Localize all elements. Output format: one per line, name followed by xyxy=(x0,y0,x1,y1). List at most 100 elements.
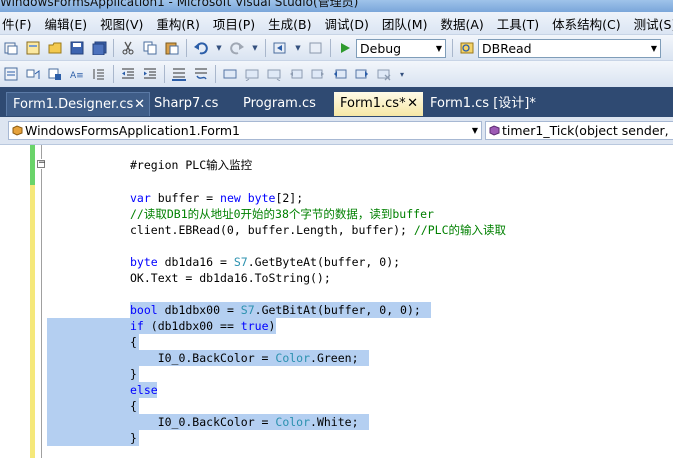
collapse-region-icon[interactable]: − xyxy=(37,159,46,168)
next-bookmark-icon[interactable] xyxy=(266,66,282,82)
comment-lines-icon[interactable] xyxy=(171,66,187,82)
code-line: bool db1dbx00 = S7.GetBitAt(buffer, 0, 0… xyxy=(130,302,421,318)
code-navigation-bar: WindowsFormsApplication1.Form1 ▼ timer1_… xyxy=(0,117,673,145)
menu-build[interactable]: 生成(B) xyxy=(263,14,316,33)
toolbar-separator xyxy=(164,65,165,83)
code-line: I0_0.BackColor = Color.White; xyxy=(130,414,359,430)
previous-bookmark-in-folder-icon[interactable] xyxy=(288,66,304,82)
toolbar-separator xyxy=(113,39,114,57)
menu-team[interactable]: 团队(M) xyxy=(377,14,433,33)
code-line: OK.Text = db1da16.ToString(); xyxy=(130,271,331,285)
code-token: .GetBitAt(buffer, 0, 0); xyxy=(254,303,421,317)
toolbar-separator xyxy=(452,39,453,57)
comment: //PLC的输入读取 xyxy=(413,223,506,237)
outline-line xyxy=(41,145,42,159)
navigate-backward-icon[interactable] xyxy=(272,40,288,56)
undo-dropdown-icon[interactable]: ▼ xyxy=(215,40,223,56)
add-item-icon[interactable] xyxy=(25,40,41,56)
cut-icon[interactable] xyxy=(120,40,136,56)
code-line: } xyxy=(130,367,137,381)
start-debugging-icon[interactable] xyxy=(337,40,353,56)
previous-bookmark-in-document-icon[interactable] xyxy=(332,66,348,82)
menu-test[interactable]: 测试(S) xyxy=(629,14,673,33)
clear-bookmarks-icon[interactable] xyxy=(376,66,392,82)
quick-info-icon[interactable] xyxy=(47,66,63,82)
code-line: } xyxy=(130,431,137,445)
menu-view[interactable]: 视图(V) xyxy=(95,14,148,33)
type-name: S7 xyxy=(233,255,248,269)
decrease-indent-icon[interactable] xyxy=(120,66,136,82)
tab-program-cs[interactable]: Program.cs xyxy=(237,92,322,116)
close-icon[interactable]: ✕ xyxy=(134,93,145,116)
parameter-info-icon[interactable] xyxy=(25,66,41,82)
menu-architecture[interactable]: 体系结构(C) xyxy=(547,14,625,33)
save-all-icon[interactable] xyxy=(91,40,107,56)
svg-text:A≡: A≡ xyxy=(70,71,84,81)
find-in-files-icon[interactable] xyxy=(459,40,475,56)
next-bookmark-in-document-icon[interactable] xyxy=(354,66,370,82)
keyword: byte xyxy=(247,191,276,205)
method-icon xyxy=(489,125,500,136)
menu-file[interactable]: 件(F) xyxy=(0,14,36,33)
copy-icon[interactable] xyxy=(142,40,158,56)
selection-highlight xyxy=(47,398,139,414)
code-token: I0_0.BackColor = xyxy=(130,415,276,429)
previous-bookmark-icon[interactable] xyxy=(244,66,260,82)
keyword: new xyxy=(220,191,241,205)
code-token: db1dbx00 = xyxy=(157,303,241,317)
menu-debug[interactable]: 调试(D) xyxy=(320,14,374,33)
code-token: .GetByteAt(buffer, 0); xyxy=(247,255,401,269)
selection-highlight xyxy=(47,334,139,350)
next-bookmark-in-folder-icon[interactable] xyxy=(310,66,326,82)
menu-edit[interactable]: 编辑(E) xyxy=(39,14,92,33)
keyword: bool xyxy=(130,303,158,317)
solution-configuration-value: Debug xyxy=(360,40,402,56)
display-object-member-list-icon[interactable] xyxy=(3,66,19,82)
menu-refactor[interactable]: 重构(R) xyxy=(151,14,204,33)
close-icon[interactable]: ✕ xyxy=(407,92,418,115)
chevron-down-icon: ▼ xyxy=(650,43,657,53)
toolbar-separator xyxy=(215,65,216,83)
display-word-completion-icon[interactable] xyxy=(91,66,107,82)
keyword: if xyxy=(130,319,144,333)
tab-label: Program.cs xyxy=(243,96,316,111)
toggle-bookmark-icon[interactable] xyxy=(222,66,238,82)
menu-project[interactable]: 项目(P) xyxy=(208,14,260,33)
code-editor[interactable]: − #region PLC输入监控 var buffer = new byte[… xyxy=(0,145,673,458)
open-file-icon[interactable] xyxy=(47,40,63,56)
code-token: I0_0.BackColor = xyxy=(130,351,276,365)
menu-tools[interactable]: 工具(T) xyxy=(492,14,544,33)
increase-indent-icon[interactable] xyxy=(142,66,158,82)
class-navigation-select[interactable]: WindowsFormsApplication1.Form1 ▼ xyxy=(8,121,482,140)
toolbar-options-icon[interactable]: ▾ xyxy=(398,66,406,82)
tab-form1-cs-design[interactable]: Form1.cs [设计]* xyxy=(424,92,542,116)
new-project-icon[interactable] xyxy=(3,40,19,56)
redo-dropdown-icon[interactable]: ▼ xyxy=(251,40,259,56)
code-line: byte db1da16 = S7.GetByteAt(buffer, 0); xyxy=(130,254,400,270)
undo-icon[interactable] xyxy=(193,40,209,56)
paste-icon[interactable] xyxy=(164,40,180,56)
find-combo[interactable]: DBRead ▼ xyxy=(478,38,661,58)
complete-word-icon[interactable]: A≡ xyxy=(69,66,85,82)
save-icon[interactable] xyxy=(69,40,85,56)
window-title: WindowsFormsApplication1 - Microsoft Vis… xyxy=(0,0,359,9)
navigate-dropdown-icon[interactable]: ▼ xyxy=(294,40,302,56)
keyword: var xyxy=(130,191,151,205)
menu-data[interactable]: 数据(A) xyxy=(435,14,488,33)
redo-icon[interactable] xyxy=(229,40,245,56)
member-navigation-select[interactable]: timer1_Tick(object sender, Ev xyxy=(485,121,673,140)
tab-label: Form1.Designer.cs xyxy=(13,97,134,112)
code-token: .Green; xyxy=(310,351,359,365)
comment-line: //读取DB1的从地址0开始的38个字节的数据，读到buffer xyxy=(130,207,434,221)
uncomment-lines-icon[interactable] xyxy=(193,66,209,82)
tab-form1-cs-active[interactable]: Form1.cs* ✕ xyxy=(334,92,423,116)
toolbar-separator xyxy=(330,39,331,57)
tab-form1-designer-cs[interactable]: Form1.Designer.cs ✕ xyxy=(6,92,150,116)
tab-sharp7-cs[interactable]: Sharp7.cs xyxy=(148,92,224,116)
document-tab-strip: Form1.Designer.cs ✕ Sharp7.cs Program.cs… xyxy=(0,87,673,117)
navigate-forward-icon[interactable] xyxy=(308,40,324,56)
selection-highlight xyxy=(47,366,139,382)
keyword: true xyxy=(240,319,269,333)
solution-configuration-select[interactable]: Debug ▼ xyxy=(356,38,446,58)
